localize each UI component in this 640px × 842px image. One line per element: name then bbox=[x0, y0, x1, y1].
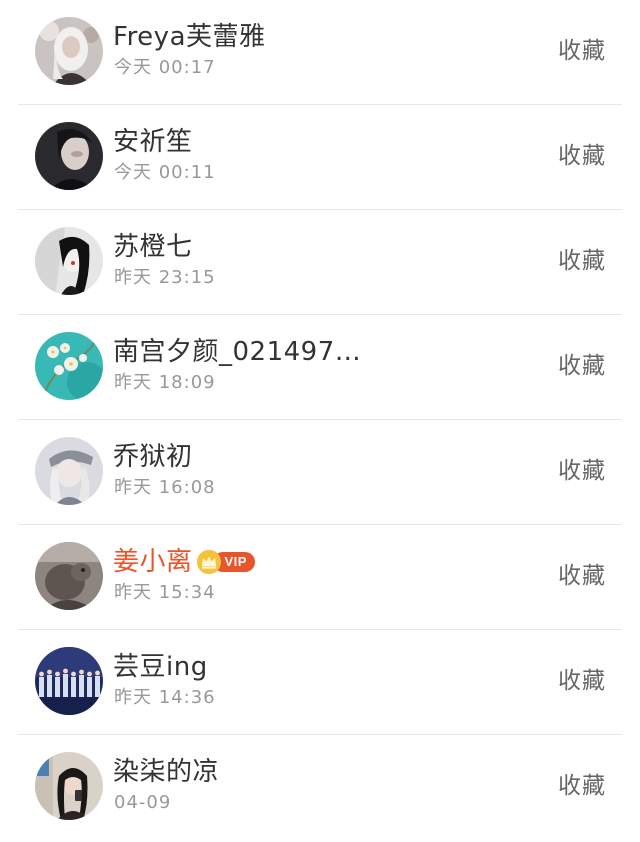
user-name[interactable]: 南宫夕颜_021497… bbox=[113, 335, 361, 369]
avatar[interactable] bbox=[35, 437, 103, 505]
avatar[interactable] bbox=[35, 17, 103, 85]
favorite-button[interactable]: 收藏 bbox=[558, 244, 606, 278]
list-item[interactable]: 乔狱初 昨天 16:08 收藏 bbox=[18, 420, 622, 525]
user-name-text: 姜小离 bbox=[113, 547, 193, 577]
user-name[interactable]: 芸豆ing bbox=[113, 650, 208, 684]
timestamp: 昨天 23:15 bbox=[114, 267, 216, 288]
crown-icon bbox=[196, 550, 221, 574]
favorite-button[interactable]: 收藏 bbox=[558, 349, 606, 383]
list-item[interactable]: 南宫夕颜_021497… 昨天 18:09 收藏 bbox=[18, 315, 622, 420]
vip-badge: VIP bbox=[196, 549, 255, 575]
list-item[interactable]: 姜小离 VIP 昨天 15:34 收藏 bbox=[18, 525, 622, 630]
favorite-button[interactable]: 收藏 bbox=[558, 454, 606, 488]
user-name[interactable]: 苏橙七 bbox=[113, 230, 193, 264]
timestamp: 昨天 16:08 bbox=[114, 477, 216, 498]
follower-list: Freya芙蕾雅 今天 00:17 收藏 安祈笙 今天 00:11 收藏 苏橙七… bbox=[0, 0, 640, 840]
user-name[interactable]: Freya芙蕾雅 bbox=[113, 20, 266, 54]
user-name[interactable]: 姜小离 VIP bbox=[113, 545, 255, 579]
timestamp: 今天 00:17 bbox=[114, 57, 216, 78]
favorite-button[interactable]: 收藏 bbox=[558, 769, 606, 803]
timestamp: 04-09 bbox=[114, 792, 172, 813]
avatar[interactable] bbox=[35, 122, 103, 190]
user-name[interactable]: 乔狱初 bbox=[113, 440, 193, 474]
avatar[interactable] bbox=[35, 647, 103, 715]
timestamp: 昨天 15:34 bbox=[114, 582, 216, 603]
favorite-button[interactable]: 收藏 bbox=[558, 559, 606, 593]
user-name[interactable]: 染柒的凉 bbox=[113, 755, 219, 789]
user-name[interactable]: 安祈笙 bbox=[113, 125, 193, 159]
favorite-button[interactable]: 收藏 bbox=[558, 34, 606, 68]
avatar[interactable] bbox=[35, 542, 103, 610]
avatar[interactable] bbox=[35, 227, 103, 295]
list-item[interactable]: 安祈笙 今天 00:11 收藏 bbox=[18, 105, 622, 210]
timestamp: 昨天 18:09 bbox=[114, 372, 216, 393]
timestamp: 昨天 14:36 bbox=[114, 687, 216, 708]
list-item[interactable]: Freya芙蕾雅 今天 00:17 收藏 bbox=[18, 0, 622, 105]
list-item[interactable]: 苏橙七 昨天 23:15 收藏 bbox=[18, 210, 622, 315]
favorite-button[interactable]: 收藏 bbox=[558, 139, 606, 173]
list-item[interactable]: 芸豆ing 昨天 14:36 收藏 bbox=[18, 630, 622, 735]
list-item[interactable]: 染柒的凉 04-09 收藏 bbox=[18, 735, 622, 840]
avatar[interactable] bbox=[35, 332, 103, 400]
favorite-button[interactable]: 收藏 bbox=[558, 664, 606, 698]
timestamp: 今天 00:11 bbox=[114, 162, 216, 183]
avatar[interactable] bbox=[35, 752, 103, 820]
